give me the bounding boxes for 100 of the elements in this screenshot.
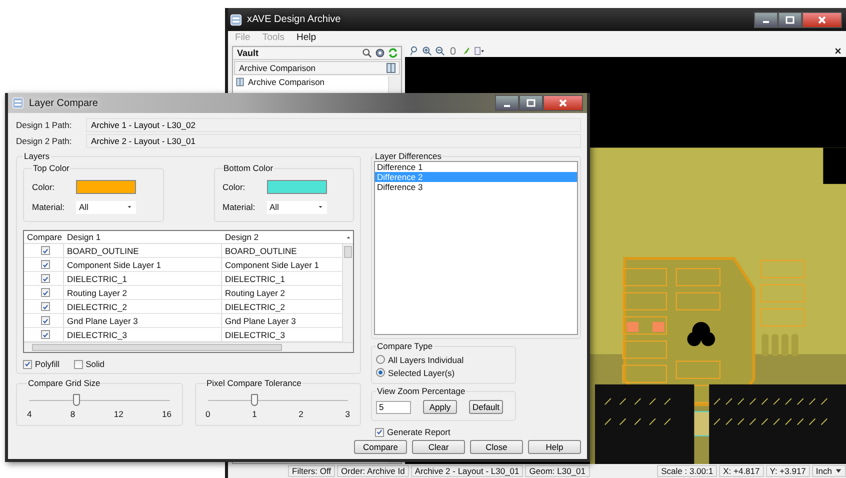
path-field[interactable]: Archive 1 - Layout - L30_02 [86, 118, 581, 132]
radio-option[interactable]: All Layers Individual [376, 353, 511, 366]
checkbox-option[interactable]: Polyfill [23, 359, 60, 369]
group-title: Layers [23, 151, 51, 161]
checkbox[interactable] [40, 288, 50, 297]
list-item[interactable]: Difference 3 [375, 182, 577, 192]
tick-label: 3 [345, 409, 350, 419]
field-label: Color: [32, 182, 56, 192]
panel-title: Vault [237, 48, 259, 58]
tick-label: 0 [206, 409, 210, 419]
table-cell: BOARD_OUTLINE [64, 244, 222, 257]
minimize-button[interactable] [495, 95, 519, 111]
group-title: Compare Grid Size [27, 378, 102, 388]
column-header[interactable]: Compare [24, 232, 64, 242]
group-title: Pixel Compare Tolerance [206, 378, 302, 388]
dialog-button[interactable]: Clear [412, 440, 465, 454]
caret-icon [316, 204, 324, 210]
close-icon[interactable] [834, 46, 842, 54]
field-label: Material: [32, 202, 66, 212]
tick-label: 16 [162, 409, 172, 419]
menu-item[interactable]: Help [296, 32, 316, 43]
checkmark-icon [376, 428, 383, 436]
checkbox[interactable] [40, 316, 50, 325]
table-cell: Routing Layer 2 [64, 286, 222, 299]
checkbox[interactable] [40, 246, 50, 255]
table-cell: DIELECTRIC_3 [64, 328, 222, 341]
dialog-button[interactable]: Compare [354, 440, 407, 454]
maximize-button[interactable] [778, 12, 802, 28]
minimize-icon [763, 21, 769, 23]
tree-item[interactable]: Archive Comparison [235, 77, 387, 87]
field-label: Design 2 Path: [16, 136, 73, 146]
minimize-button[interactable] [754, 12, 778, 28]
material-dropdown[interactable]: All [266, 200, 326, 214]
status-field: Archive 2 - Layout - L30_01 [410, 465, 524, 477]
zoom-button[interactable]: Apply [423, 400, 457, 414]
scrollbar[interactable] [24, 342, 353, 352]
status-field: Y: +3.917 [766, 465, 810, 477]
checkbox-option[interactable]: Generate Report [375, 427, 581, 437]
status-field: Geom: L30_01 [525, 465, 590, 477]
caret-icon [835, 468, 842, 474]
zoom-button[interactable]: Default [469, 400, 503, 414]
app-icon [230, 14, 242, 26]
zoom-out-icon[interactable] [435, 46, 445, 56]
tick-label: 2 [298, 409, 304, 419]
book-icon [235, 77, 245, 87]
maximize-icon [785, 14, 795, 24]
book-icon[interactable] [385, 62, 397, 74]
app-icon [12, 97, 24, 109]
checkmark-icon [24, 360, 31, 368]
path-field[interactable]: Archive 2 - Layout - L30_01 [86, 134, 581, 148]
group-title: Top Color [32, 163, 70, 173]
color-swatch[interactable] [76, 180, 136, 194]
scrollbar[interactable] [343, 244, 353, 342]
zoom-in-icon[interactable] [422, 46, 432, 56]
table-cell: DIELECTRIC_2 [64, 300, 222, 313]
select-zoom-icon[interactable] [409, 46, 419, 56]
search-icon[interactable] [362, 48, 372, 58]
table-cell: Gnd Plane Layer 3 [64, 314, 222, 327]
field-label: Color: [222, 182, 246, 192]
document-icon[interactable] [474, 46, 484, 56]
status-field: Filters: Off [288, 465, 336, 477]
group-title: Compare Type [376, 341, 434, 351]
field-label: Material: [222, 202, 256, 212]
checkbox-option[interactable]: Solid [74, 359, 104, 369]
column-header[interactable]: Design 1 [64, 232, 222, 242]
field-label: Design 1 Path: [16, 120, 73, 130]
table-cell: Component Side Layer 1 [64, 258, 222, 271]
maximize-icon [526, 98, 536, 108]
list-item[interactable]: Difference 1 [375, 162, 577, 172]
checkbox[interactable] [40, 330, 50, 339]
zoom-field[interactable]: 5 [376, 400, 411, 414]
slider-thumb[interactable] [72, 394, 80, 406]
slider-thumb[interactable] [251, 394, 258, 406]
checkbox[interactable] [40, 302, 50, 311]
material-dropdown[interactable]: All [76, 200, 136, 214]
close-icon [817, 14, 827, 24]
caret-icon [126, 204, 133, 210]
tick-label: 8 [70, 409, 76, 419]
group-title: View Zoom Percentage [376, 386, 466, 396]
panel-header: Archive Comparison [239, 63, 316, 73]
window-title: xAVE Design Archive [247, 14, 341, 25]
window-title: Layer Compare [29, 98, 98, 108]
tick-label: 12 [114, 409, 124, 419]
group-title: Layer Differences [374, 151, 442, 161]
checkbox[interactable] [40, 260, 50, 269]
close-icon [558, 98, 568, 108]
dialog-button[interactable]: Help [528, 440, 581, 454]
close-button[interactable] [802, 12, 842, 28]
tick-label: 4 [27, 409, 32, 419]
radio-option[interactable]: Selected Layer(s) [376, 366, 511, 379]
dialog-button[interactable]: Close [470, 440, 523, 454]
status-field: Order: Archive Id [337, 465, 409, 477]
minimize-icon [504, 104, 510, 106]
group-title: Bottom Color [222, 163, 274, 173]
color-swatch[interactable] [266, 180, 326, 194]
column-header[interactable]: Design 2 [222, 232, 343, 242]
checkbox[interactable] [40, 274, 50, 283]
close-button[interactable] [543, 95, 583, 111]
status-field: Scale : 3.00:1 [657, 465, 718, 477]
maximize-button[interactable] [519, 95, 543, 111]
